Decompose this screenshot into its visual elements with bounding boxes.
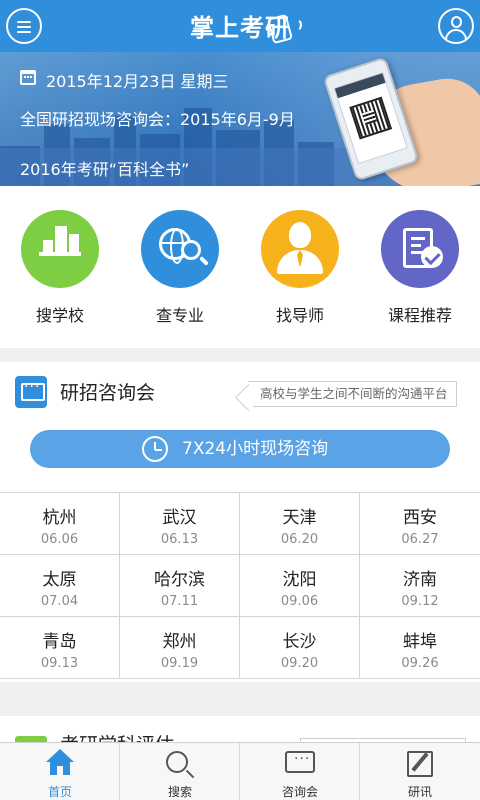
tab-home-label: 首页 (47, 785, 72, 799)
city-date: 06.13 (160, 532, 199, 547)
course-check-icon (381, 210, 459, 288)
city-cell[interactable]: 天津 06.20 (240, 493, 360, 555)
chat-bubble-icon (15, 376, 47, 408)
tab-search-label: 搜索 (167, 785, 192, 799)
bottom-nav: 首页 搜索 咨询会 研讯 (0, 742, 480, 800)
city-name: 济南 (403, 570, 437, 590)
city-name: 武汉 (162, 508, 197, 528)
course-recommend-label: 课程推荐 (387, 306, 452, 325)
city-cell[interactable]: 哈尔滨 07.11 (120, 555, 240, 617)
check-major-button[interactable]: 查专业 (120, 210, 240, 326)
city-cell[interactable]: 济南 09.12 (360, 555, 480, 617)
tab-consult-label: 咨询会 (281, 785, 318, 799)
city-date: 06.20 (280, 532, 319, 547)
consult-section: 研招咨询会 高校与学生之间不间断的沟通平台 7X24小时现场咨询 杭州 06.06… (0, 362, 480, 682)
home-icon (46, 749, 74, 777)
city-date: 09.19 (160, 656, 199, 671)
chat-icon (285, 751, 315, 773)
onsite-consult-label: 7X24小时现场咨询 (182, 439, 329, 459)
city-cell[interactable]: 西安 06.27 (360, 493, 480, 555)
city-name: 西安 (403, 508, 437, 528)
tutor-icon (261, 210, 339, 288)
top-bar: 掌上考研 (0, 0, 480, 52)
phone-qr-illustration (322, 56, 480, 186)
city-cell[interactable]: 郑州 09.19 (120, 617, 240, 679)
city-date: 07.04 (40, 594, 79, 609)
city-date: 07.11 (160, 594, 199, 609)
find-tutor-label: 找导师 (275, 306, 324, 325)
search-icon (166, 751, 188, 773)
city-name: 天津 (282, 508, 317, 528)
city-name: 杭州 (42, 508, 77, 528)
menu-icon[interactable] (6, 8, 42, 44)
city-cell[interactable]: 青岛 09.13 (0, 617, 120, 679)
banner-headline: 全国研招现场咨询会：2015年6月-9月 (20, 110, 295, 129)
check-major-label: 查专业 (155, 306, 204, 325)
promo-banner[interactable]: 2015年12月23日 星期三 全国研招现场咨询会：2015年6月-9月 201… (0, 52, 480, 186)
city-date: 09.26 (401, 656, 439, 671)
city-grid: 杭州 06.06 武汉 06.13 天津 06.20 西安 06.27 太原 07.04 … (0, 492, 480, 682)
city-date: 09.12 (401, 594, 439, 609)
city-date: 06.06 (40, 532, 79, 547)
city-date: 09.13 (40, 656, 79, 671)
city-name: 沈阳 (282, 570, 317, 590)
quick-actions: 搜学校 查专业 找导师 课程推荐 (0, 186, 480, 348)
course-recommend-button[interactable]: 课程推荐 (360, 210, 480, 326)
banner-caption: 2016年考研“百科全书” (20, 160, 190, 179)
page: 掌上考研 2015年12月23日 星期三 全国研招现场咨询会：2015年6月-9… (0, 0, 480, 800)
tab-search[interactable]: 搜索 (120, 743, 240, 800)
section-tagline: 高校与学生之间不间断的沟通平台 (248, 381, 457, 407)
section-title: 研招咨询会 (60, 382, 156, 404)
city-name: 青岛 (42, 632, 77, 652)
qr-code-icon (349, 96, 393, 140)
tab-news-label: 研讯 (407, 785, 432, 799)
city-name: 蚌埠 (403, 632, 437, 652)
clock-icon (142, 436, 168, 462)
city-date: 09.20 (280, 656, 319, 671)
school-building-icon (21, 210, 99, 288)
city-cell[interactable]: 太原 07.04 (0, 555, 120, 617)
city-name: 太原 (42, 570, 77, 590)
tab-news[interactable]: 研讯 (360, 743, 480, 800)
tab-consult[interactable]: 咨询会 (240, 743, 360, 800)
city-cell[interactable]: 长沙 09.20 (240, 617, 360, 679)
city-name: 郑州 (162, 632, 197, 652)
search-school-button[interactable]: 搜学校 (0, 210, 120, 326)
city-name: 长沙 (282, 632, 317, 652)
search-school-label: 搜学校 (35, 306, 84, 325)
city-cell[interactable]: 武汉 06.13 (120, 493, 240, 555)
onsite-consult-button[interactable]: 7X24小时现场咨询 (30, 430, 450, 468)
tab-home[interactable]: 首页 (0, 743, 120, 800)
find-tutor-button[interactable]: 找导师 (240, 210, 360, 326)
globe-search-icon (141, 210, 219, 288)
city-cell[interactable]: 蚌埠 09.26 (360, 617, 480, 679)
user-icon[interactable] (438, 8, 474, 44)
city-date: 06.27 (401, 532, 439, 547)
city-cell[interactable]: 沈阳 09.06 (240, 555, 360, 617)
city-date: 09.06 (280, 594, 319, 609)
calendar-icon (20, 70, 36, 85)
banner-date: 2015年12月23日 星期三 (46, 72, 229, 91)
edit-icon (407, 751, 433, 777)
city-cell[interactable]: 杭州 06.06 (0, 493, 120, 555)
city-name: 哈尔滨 (154, 570, 205, 590)
